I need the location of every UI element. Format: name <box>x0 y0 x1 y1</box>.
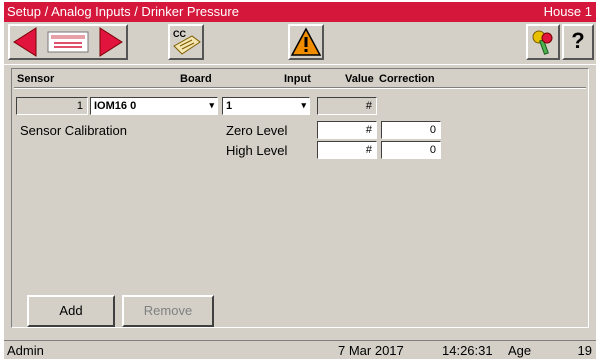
sensor-number-value: 1 <box>76 100 83 112</box>
column-board: Board <box>180 73 212 85</box>
zero-level-value-text: # <box>365 124 372 136</box>
column-correction: Correction <box>379 73 435 85</box>
user-label: Admin <box>7 343 44 358</box>
value-display: # <box>365 100 372 112</box>
warning-triangle-icon <box>290 27 322 56</box>
red-right-arrow-icon[interactable] <box>99 27 123 57</box>
list-view-icon[interactable] <box>47 31 89 53</box>
high-level-correction-input[interactable]: 0 <box>381 141 441 159</box>
zero-level-label: Zero Level <box>226 123 288 138</box>
navigation-button-group <box>8 24 128 60</box>
title-bar: Setup / Analog Inputs / Drinker Pressure… <box>4 2 596 22</box>
cc-copy-icon: CC <box>173 29 201 55</box>
red-left-arrow-icon[interactable] <box>13 27 37 57</box>
chevron-down-icon: ▾ <box>301 100 306 110</box>
zero-level-correction-input[interactable]: 0 <box>381 121 441 139</box>
column-sensor: Sensor <box>17 73 55 85</box>
help-button[interactable]: ? <box>562 24 594 60</box>
breadcrumb: Setup / Analog Inputs / Drinker Pressure <box>7 4 239 19</box>
content-panel: Sensor Board Input Value Correction 1 IO… <box>11 68 589 328</box>
remove-button[interactable]: Remove <box>122 295 214 327</box>
board-select[interactable]: IOM16 0 ▾ <box>90 97 218 115</box>
toolbar: CC ? <box>4 22 596 65</box>
value-field: # <box>317 97 377 115</box>
column-value: Value <box>345 73 374 85</box>
header-divider <box>14 88 586 89</box>
high-level-value-text: # <box>365 144 372 156</box>
alarm-button[interactable] <box>288 24 324 60</box>
age-label: Age <box>508 343 532 358</box>
add-button[interactable]: Add <box>27 295 115 327</box>
status-bar: Admin 7 Mar 2017 14:26:31 Age 19 <box>4 340 596 359</box>
age-value: 19 <box>577 343 592 358</box>
keys-button[interactable] <box>526 24 560 60</box>
input-value: 1 <box>226 100 233 112</box>
sensor-number-field: 1 <box>16 97 88 115</box>
keys-icon <box>532 30 553 55</box>
date-label: 7 Mar 2017 <box>338 343 404 358</box>
column-header-row: Sensor Board Input Value Correction <box>14 71 586 88</box>
svg-text:CC: CC <box>173 29 186 39</box>
zero-level-correction-text: 0 <box>429 124 436 136</box>
column-input: Input <box>284 73 311 85</box>
app-window: Setup / Analog Inputs / Drinker Pressure… <box>4 2 596 359</box>
high-level-value: # <box>317 141 377 159</box>
board-value: IOM16 0 <box>94 100 137 112</box>
zero-level-value: # <box>317 121 377 139</box>
navigation-icons <box>13 27 123 57</box>
copy-button[interactable]: CC <box>168 24 204 60</box>
high-level-label: High Level <box>226 143 288 158</box>
house-label: House 1 <box>543 4 592 19</box>
input-select[interactable]: 1 ▾ <box>222 97 310 115</box>
sensor-calibration-label: Sensor Calibration <box>20 123 127 138</box>
time-label: 14:26:31 <box>442 343 493 358</box>
high-level-correction-text: 0 <box>429 144 436 156</box>
chevron-down-icon: ▾ <box>209 100 214 110</box>
